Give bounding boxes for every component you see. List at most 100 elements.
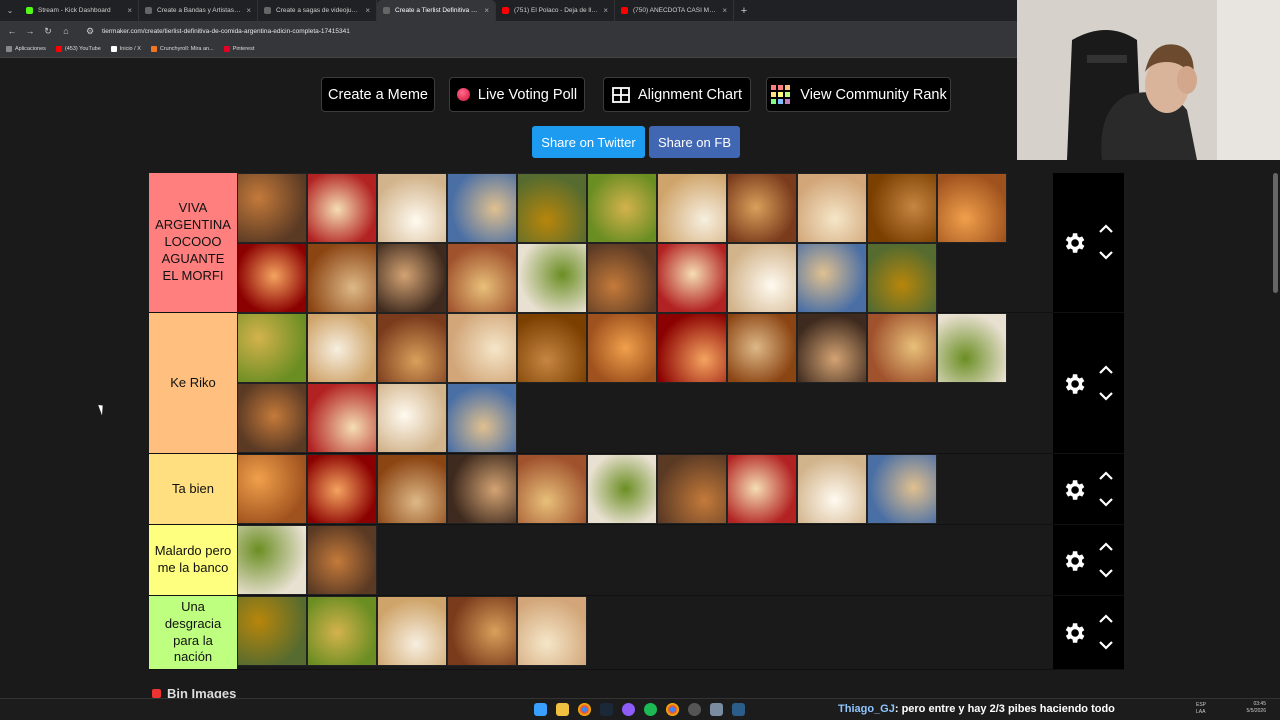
food-item-image[interactable] (237, 525, 307, 595)
bookmark-item[interactable]: (453) YouTube (55, 46, 101, 52)
url-text[interactable]: tiermaker.com/create/tierlist-definitiva… (102, 28, 350, 35)
scrollbar-thumb[interactable] (1273, 173, 1278, 293)
close-tab-icon[interactable]: × (722, 6, 727, 15)
system-clock[interactable]: 03:45 5/5/2026 (1247, 701, 1266, 714)
move-up-icon[interactable] (1097, 364, 1115, 376)
chrome-icon[interactable] (578, 703, 591, 716)
file-explorer-icon[interactable] (556, 703, 569, 716)
food-item-image[interactable] (377, 313, 447, 383)
move-up-icon[interactable] (1097, 223, 1115, 235)
settings-icon[interactable] (710, 703, 723, 716)
food-item-image[interactable] (587, 173, 657, 243)
move-down-icon[interactable] (1097, 390, 1115, 402)
language-indicator[interactable]: ESP LAA (1196, 702, 1206, 715)
food-item-image[interactable] (237, 454, 307, 524)
move-down-icon[interactable] (1097, 249, 1115, 261)
browser-tab[interactable]: Stream - Kick Dashboard × (20, 0, 139, 21)
food-item-image[interactable] (937, 173, 1007, 243)
bookmark-item[interactable]: Aplicaciones (6, 46, 46, 52)
tier-items[interactable] (237, 525, 1053, 595)
food-item-image[interactable] (517, 596, 587, 666)
food-item-image[interactable] (307, 383, 377, 453)
food-item-image[interactable] (377, 383, 447, 453)
browser-tab[interactable]: (750) ANÉCDOTA CASI ME MATAN × (615, 0, 734, 21)
alignment-chart-button[interactable]: Alignment Chart (603, 77, 751, 112)
food-item-image[interactable] (447, 313, 517, 383)
food-item-image[interactable] (447, 454, 517, 524)
tier-label[interactable]: Ta bien (149, 454, 237, 524)
gear-icon[interactable] (1061, 371, 1087, 397)
close-tab-icon[interactable]: × (365, 6, 370, 15)
chrome-icon[interactable] (666, 703, 679, 716)
food-item-image[interactable] (797, 313, 867, 383)
move-up-icon[interactable] (1097, 613, 1115, 625)
food-item-image[interactable] (307, 596, 377, 666)
tier-items[interactable] (237, 173, 1053, 313)
food-item-image[interactable] (727, 173, 797, 243)
live-voting-button[interactable]: Live Voting Poll (449, 77, 585, 112)
food-item-image[interactable] (657, 313, 727, 383)
gear-icon[interactable] (1061, 548, 1087, 574)
gear-icon[interactable] (1061, 477, 1087, 503)
food-item-image[interactable] (587, 313, 657, 383)
close-tab-icon[interactable]: × (127, 6, 132, 15)
community-rank-button[interactable]: View Community Rank (766, 77, 951, 112)
food-item-image[interactable] (377, 243, 447, 313)
move-down-icon[interactable] (1097, 567, 1115, 579)
close-tab-icon[interactable]: × (484, 6, 489, 15)
food-item-image[interactable] (867, 454, 937, 524)
food-item-image[interactable] (587, 243, 657, 313)
home-icon[interactable]: ⌂ (60, 26, 72, 36)
gear-icon[interactable] (1061, 620, 1087, 646)
start-icon[interactable] (534, 703, 547, 716)
food-item-image[interactable] (307, 525, 377, 595)
food-item-image[interactable] (867, 243, 937, 313)
food-item-image[interactable] (517, 454, 587, 524)
food-item-image[interactable] (377, 596, 447, 666)
steam-icon[interactable] (732, 703, 745, 716)
new-tab-button[interactable]: + (734, 5, 754, 17)
food-item-image[interactable] (727, 243, 797, 313)
tier-items[interactable] (237, 596, 1053, 669)
tier-items[interactable] (237, 313, 1053, 453)
food-item-image[interactable] (307, 243, 377, 313)
food-item-image[interactable] (307, 454, 377, 524)
food-item-image[interactable] (517, 243, 587, 313)
food-item-image[interactable] (447, 596, 517, 666)
bookmark-item[interactable]: Inicio / X (110, 46, 141, 52)
create-meme-button[interactable]: Create a Meme (321, 77, 435, 112)
close-tab-icon[interactable]: × (603, 6, 608, 15)
food-item-image[interactable] (237, 596, 307, 666)
food-item-image[interactable] (727, 313, 797, 383)
reload-icon[interactable]: ↻ (42, 26, 54, 37)
share-fb-button[interactable]: Share on FB (649, 126, 740, 158)
move-down-icon[interactable] (1097, 639, 1115, 651)
tier-label[interactable]: Malardo pero me la banco (149, 525, 237, 595)
food-item-image[interactable] (517, 313, 587, 383)
food-item-image[interactable] (307, 313, 377, 383)
spotify-icon[interactable] (644, 703, 657, 716)
food-item-image[interactable] (307, 173, 377, 243)
browser-tab[interactable]: Create a Bandas y Artistas de RockArg Ti… (139, 0, 258, 21)
food-item-image[interactable] (377, 173, 447, 243)
food-item-image[interactable] (727, 454, 797, 524)
obs-icon[interactable] (622, 703, 635, 716)
food-item-image[interactable] (237, 243, 307, 313)
browser-tab[interactable]: (751) El Polaco - Deja de llorar × (496, 0, 615, 21)
food-item-image[interactable] (517, 173, 587, 243)
food-item-image[interactable] (447, 383, 517, 453)
forward-icon[interactable]: → (24, 26, 36, 36)
food-item-image[interactable] (447, 243, 517, 313)
gear-icon[interactable] (1061, 230, 1087, 256)
food-item-image[interactable] (797, 173, 867, 243)
food-item-image[interactable] (867, 173, 937, 243)
bookmark-item[interactable]: Crunchyroll: Mira an... (150, 46, 214, 52)
tab-search-icon[interactable]: ⌄ (0, 6, 20, 15)
tier-label[interactable]: VIVA ARGENTINA LOCOOO AGUANTE EL MORFI (149, 173, 237, 312)
food-item-image[interactable] (657, 454, 727, 524)
tier-label[interactable]: Ke Riko (149, 313, 237, 453)
food-item-image[interactable] (657, 243, 727, 313)
food-item-image[interactable] (587, 454, 657, 524)
food-item-image[interactable] (447, 173, 517, 243)
browser-tab[interactable]: Create a Tierlist Definitiva de Comida A… (377, 0, 496, 21)
